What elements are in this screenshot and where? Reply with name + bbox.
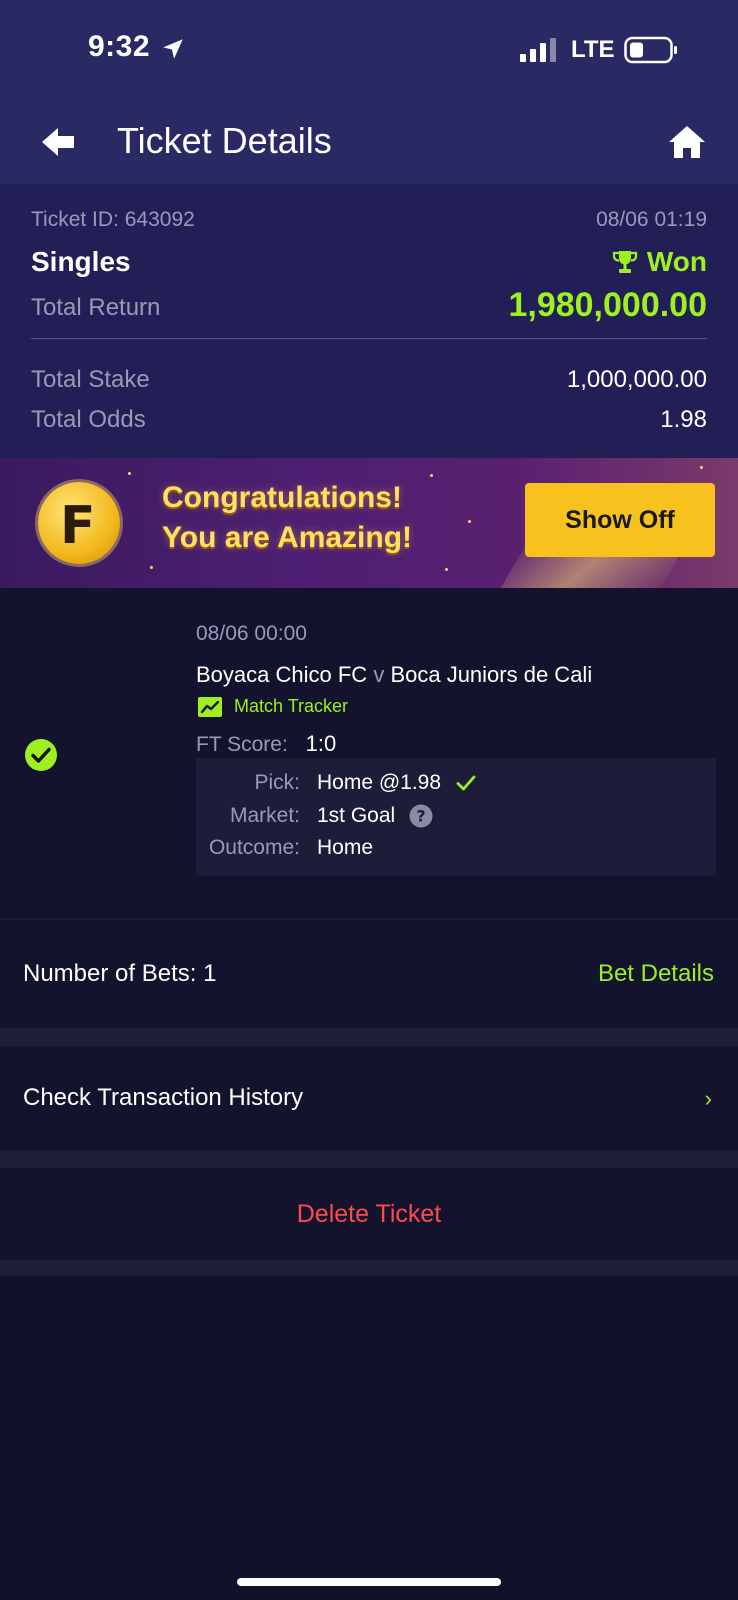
page-title: Ticket Details — [117, 120, 332, 161]
brand-logo-icon: F — [38, 482, 120, 564]
divider — [31, 338, 707, 339]
delete-ticket-row: Delete Ticket — [0, 1168, 738, 1260]
section-gap — [0, 1260, 738, 1276]
pick-details: Pick: Home @1.98 Market: 1st Goal ? Outc… — [196, 758, 716, 876]
total-odds-row: Total Odds 1.98 — [31, 406, 707, 434]
ticket-id: Ticket ID: 643092 — [31, 208, 195, 231]
check-circle-icon — [25, 739, 57, 771]
header: 9:32 LTE Ticket Details — [0, 0, 738, 184]
pick-value-row: Home @1.98 — [317, 771, 477, 795]
svg-text:?: ? — [417, 807, 426, 826]
number-of-bets-row: Number of Bets: 1 Bet Details — [0, 920, 738, 1028]
battery-icon — [624, 36, 677, 64]
market-label: Market: — [229, 804, 300, 827]
banner-line-2: You are Amazing! — [162, 521, 413, 554]
ticket-id-row: Ticket ID: 643092 08/06 01:19 — [31, 208, 707, 232]
match-tracker-label: Match Tracker — [234, 696, 349, 716]
bet-details-link[interactable]: Bet Details — [598, 960, 714, 988]
total-return-value: 1,980,000.00 — [508, 286, 707, 324]
outcome-value: Home — [317, 836, 374, 859]
home-icon[interactable] — [667, 122, 707, 162]
total-stake-label: Total Stake — [31, 366, 150, 393]
sparkle — [468, 520, 471, 523]
sparkle — [445, 568, 448, 571]
home-team: Boyaca Chico FC — [196, 662, 368, 687]
help-icon[interactable]: ? — [409, 804, 433, 828]
trophy-icon — [612, 251, 637, 273]
ticket-summary: Ticket ID: 643092 08/06 01:19 Singles Wo… — [0, 184, 738, 458]
sparkle — [700, 466, 703, 469]
chevron-right-icon: › — [704, 1086, 712, 1111]
chart-trend-icon — [198, 696, 222, 717]
sparkle — [150, 566, 153, 569]
status-badge: Won — [611, 246, 707, 278]
network-type: LTE — [571, 36, 615, 63]
total-stake-row: Total Stake 1,000,000.00 — [31, 366, 707, 394]
delete-ticket-button[interactable]: Delete Ticket — [0, 1200, 738, 1229]
status-bar: 9:32 LTE — [0, 0, 738, 100]
ticket-type: Singles — [31, 246, 131, 277]
match-teams: Boyaca Chico FC v Boca Juniors de Cali — [196, 662, 592, 688]
away-team: Boca Juniors de Cali — [390, 662, 593, 687]
outcome-label: Outcome: — [208, 836, 300, 859]
transaction-history-row[interactable]: Check Transaction History › — [0, 1046, 738, 1150]
match-tracker-link[interactable]: Match Tracker — [198, 696, 348, 717]
bet-card: 08/06 00:00 Boyaca Chico FC v Boca Junio… — [0, 588, 738, 918]
total-return-label: Total Return — [31, 294, 161, 321]
transaction-history-label: Check Transaction History — [23, 1084, 304, 1111]
congrats-banner: F Congratulations! You are Amazing! Show… — [0, 458, 738, 588]
pick-value: Home @1.98 — [317, 771, 442, 794]
section-gap — [0, 1150, 738, 1168]
show-off-button[interactable]: Show Off — [525, 483, 715, 557]
ticket-type-row: Singles Won — [31, 246, 707, 278]
outcome-value-row: Home — [317, 836, 373, 860]
banner-line-1: Congratulations! — [162, 481, 402, 514]
ft-score-value: 1:0 — [305, 731, 337, 756]
sparkle — [128, 472, 131, 475]
total-odds-label: Total Odds — [31, 406, 146, 433]
status-text: Won — [646, 246, 707, 277]
versus: v — [373, 662, 385, 687]
banner-message: Congratulations! You are Amazing! — [162, 478, 412, 558]
pick-label: Pick: — [254, 771, 300, 794]
back-arrow-icon[interactable] — [38, 122, 78, 162]
ft-score-row: FT Score: 1:0 — [196, 731, 336, 757]
home-indicator[interactable] — [237, 1578, 501, 1586]
total-return-row: Total Return 1,980,000.00 — [31, 286, 707, 324]
location-arrow-icon — [163, 39, 183, 59]
status-time: 9:32 — [88, 30, 151, 63]
signal-icon — [520, 38, 556, 62]
ft-score-label: FT Score: — [196, 733, 288, 756]
checkmark-icon — [456, 775, 476, 791]
total-stake-value: 1,000,000.00 — [566, 366, 707, 393]
number-of-bets: Number of Bets: 1 — [23, 960, 217, 987]
sparkle — [430, 474, 433, 477]
nav-bar: Ticket Details — [0, 100, 738, 184]
market-value-row: 1st Goal ? — [317, 804, 433, 828]
section-gap — [0, 1028, 738, 1046]
total-odds-value: 1.98 — [660, 406, 707, 433]
ticket-date: 08/06 01:19 — [596, 208, 707, 231]
market-value: 1st Goal — [317, 804, 396, 827]
match-date: 08/06 00:00 — [196, 622, 307, 645]
